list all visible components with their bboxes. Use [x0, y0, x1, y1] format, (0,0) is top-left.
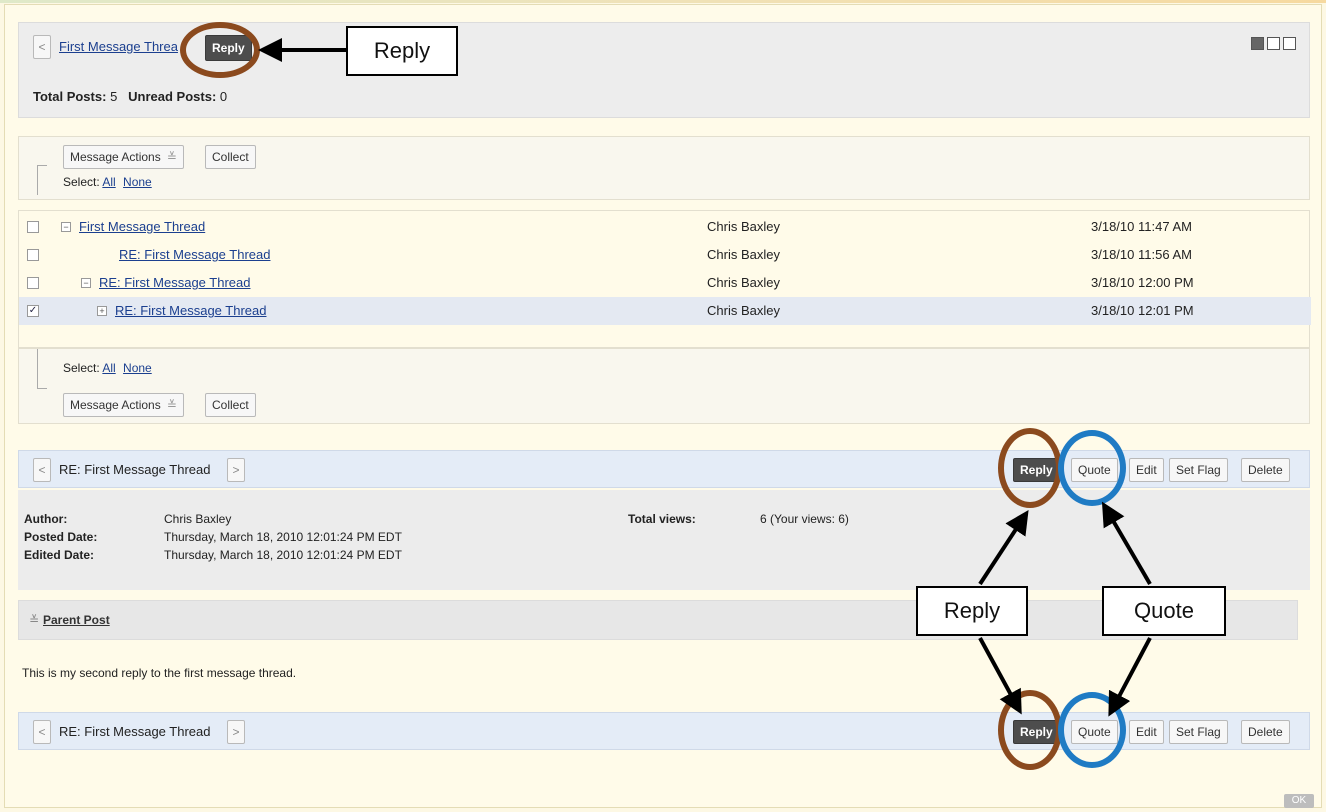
select-all-link[interactable]: All: [102, 361, 115, 375]
expand-icon[interactable]: +: [97, 306, 107, 316]
set-flag-button[interactable]: Set Flag: [1169, 458, 1228, 482]
chevron-down-icon: ≚: [166, 398, 177, 412]
total-posts-value: 5: [110, 89, 118, 104]
edit-button[interactable]: Edit: [1129, 720, 1164, 744]
post-metadata: Author: Chris Baxley Posted Date: Thursd…: [18, 490, 1310, 590]
select-none-link[interactable]: None: [123, 361, 152, 375]
post-title: RE: First Message Thread: [59, 724, 211, 739]
total-views-label: Total views:: [628, 512, 696, 526]
annotation-ring-reply-bottom: [998, 690, 1062, 770]
tree-connector: [37, 349, 47, 389]
previous-post-button[interactable]: <: [33, 458, 51, 482]
select-none-link[interactable]: None: [123, 175, 152, 189]
delete-button[interactable]: Delete: [1241, 720, 1290, 744]
author-label: Author:: [24, 512, 68, 526]
download-icon[interactable]: [1251, 37, 1264, 50]
message-subject-link[interactable]: First Message Thread: [79, 219, 205, 234]
message-actions-bottom: Select: All None Message Actions ≚ Colle…: [18, 348, 1310, 424]
annotation-callout-reply: Reply: [916, 586, 1028, 636]
thread-title-link[interactable]: First Message Threa: [59, 39, 178, 54]
total-views-value: 6 (Your views: 6): [760, 512, 849, 526]
select-label: Select:: [63, 361, 100, 375]
row-checkbox[interactable]: ✓: [27, 305, 39, 317]
table-row[interactable]: − First Message Thread Chris Baxley 3/18/10…: [19, 213, 1311, 241]
edited-date-value: Thursday, March 18, 2010 12:01:24 PM EDT: [164, 548, 402, 562]
unread-posts-value: 0: [219, 89, 228, 104]
annotation-ring-quote: [1058, 430, 1126, 506]
total-posts-label: Total Posts:: [33, 89, 107, 104]
top-accent-strip: [0, 0, 1326, 3]
message-date: 3/18/10 11:47 AM: [1091, 219, 1192, 234]
table-row[interactable]: RE: First Message Thread Chris Baxley 3/18…: [19, 241, 1311, 269]
edited-date-label: Edited Date:: [24, 548, 95, 562]
select-row: Select: All None: [63, 175, 152, 189]
annotation-ring-reply-top: [180, 22, 260, 78]
message-author: Chris Baxley: [707, 275, 780, 290]
message-author: Chris Baxley: [707, 303, 780, 318]
message-actions-top: Message Actions ≚ Collect Select: All No…: [18, 136, 1310, 200]
message-author: Chris Baxley: [707, 247, 780, 262]
annotation-callout-reply-top: Reply: [346, 26, 458, 76]
maximize-icon[interactable]: [1283, 37, 1296, 50]
select-row: Select: All None: [63, 361, 152, 375]
post-body: This is my second reply to the first mes…: [22, 666, 297, 680]
delete-button[interactable]: Delete: [1241, 458, 1290, 482]
select-label: Select:: [63, 175, 100, 189]
message-subject-link[interactable]: RE: First Message Thread: [119, 247, 270, 262]
post-counts: Total Posts: 5 Unread Posts: 0: [33, 89, 227, 104]
message-actions-label: Message Actions: [70, 398, 161, 412]
collapse-icon[interactable]: −: [61, 222, 71, 232]
select-all-link[interactable]: All: [102, 175, 115, 189]
ok-button[interactable]: OK: [1284, 794, 1314, 808]
collapse-icon[interactable]: −: [81, 278, 91, 288]
annotation-ring-quote-bottom: [1058, 692, 1126, 768]
collect-button[interactable]: Collect: [205, 393, 256, 417]
row-checkbox[interactable]: [27, 221, 39, 233]
row-checkbox[interactable]: [27, 249, 39, 261]
posted-date-value: Thursday, March 18, 2010 12:01:24 PM EDT: [164, 530, 402, 544]
message-author: Chris Baxley: [707, 219, 780, 234]
message-subject-link[interactable]: RE: First Message Thread: [115, 303, 266, 318]
author-value: Chris Baxley: [164, 512, 232, 526]
row-checkbox[interactable]: [27, 277, 39, 289]
previous-thread-button[interactable]: <: [33, 35, 51, 59]
table-row[interactable]: − RE: First Message Thread Chris Baxley 3/1…: [19, 269, 1311, 297]
post-title: RE: First Message Thread: [59, 462, 211, 477]
collect-button[interactable]: Collect: [205, 145, 256, 169]
message-date: 3/18/10 12:01 PM: [1091, 303, 1194, 318]
edit-button[interactable]: Edit: [1129, 458, 1164, 482]
tree-connector: [37, 165, 47, 195]
message-date: 3/18/10 11:56 AM: [1091, 247, 1192, 262]
chevron-down-icon: ≚: [166, 150, 177, 164]
parent-post-link[interactable]: Parent Post: [43, 613, 110, 627]
annotation-ring-reply: [998, 428, 1062, 508]
next-post-button[interactable]: >: [227, 458, 245, 482]
previous-post-button[interactable]: <: [33, 720, 51, 744]
unread-posts-label: Unread Posts:: [128, 89, 217, 104]
minimize-icon[interactable]: [1267, 37, 1280, 50]
message-actions-dropdown[interactable]: Message Actions ≚: [63, 393, 184, 417]
annotation-callout-quote: Quote: [1102, 586, 1226, 636]
message-actions-dropdown[interactable]: Message Actions ≚: [63, 145, 184, 169]
message-subject-link[interactable]: RE: First Message Thread: [99, 275, 250, 290]
table-row[interactable]: ✓ + RE: First Message Thread Chris Baxley 3/…: [19, 297, 1311, 325]
message-list: − First Message Thread Chris Baxley 3/18/10…: [18, 210, 1311, 348]
set-flag-button[interactable]: Set Flag: [1169, 720, 1228, 744]
posted-date-label: Posted Date:: [24, 530, 98, 544]
message-actions-label: Message Actions: [70, 150, 161, 164]
next-post-button[interactable]: >: [227, 720, 245, 744]
chevron-down-icon: ≚: [29, 613, 40, 627]
message-date: 3/18/10 12:00 PM: [1091, 275, 1194, 290]
